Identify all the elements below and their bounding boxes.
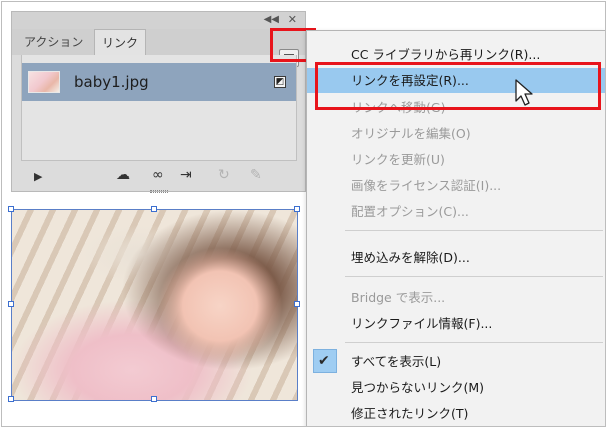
selection-handle-top-right[interactable] bbox=[294, 206, 300, 212]
panel-title-bar[interactable]: ◀◀ ✕ bbox=[12, 12, 305, 29]
selection-handle-right[interactable] bbox=[294, 301, 300, 307]
edit-original-icon[interactable]: ✎ bbox=[250, 167, 262, 183]
menu-item-show-all[interactable]: すべてを表示(L) bbox=[307, 349, 605, 374]
menu-item-link-file-info[interactable]: リンクファイル情報(F)... bbox=[307, 311, 605, 336]
go-to-link-icon[interactable]: ⇥ bbox=[180, 167, 192, 183]
selection-handle-top-left[interactable] bbox=[8, 206, 14, 212]
image-thumbnail bbox=[28, 71, 60, 93]
update-link-icon[interactable]: ↻ bbox=[218, 167, 230, 183]
menu-item-edit-original[interactable]: オリジナルを編集(O) bbox=[307, 121, 605, 146]
resize-grip[interactable] bbox=[150, 190, 168, 193]
menu-item-update-link[interactable]: リンクを更新(U) bbox=[307, 147, 605, 172]
links-list: baby1.jpg ◩ bbox=[21, 55, 297, 161]
double-chevron-right-icon[interactable]: ◀◀ bbox=[264, 15, 279, 25]
selection-handle-left[interactable] bbox=[8, 301, 14, 307]
panel-toolbar: ▶ ☁ ∞ ⇥ ↻ ✎ bbox=[12, 162, 305, 188]
menu-separator bbox=[345, 230, 603, 231]
menu-item-license-image[interactable]: 画像をライセンス認証(I)... bbox=[307, 173, 605, 198]
screenshot-frame: ◀◀ ✕ アクション リンク baby1.jpg ◩ ▶ ☁ ∞ ⇥ ↻ ✎ C… bbox=[1, 1, 606, 427]
selection-handle-bottom-left[interactable] bbox=[8, 396, 14, 402]
baby-photo bbox=[12, 210, 297, 400]
menu-item-missing-links[interactable]: 見つからないリンク(M) bbox=[307, 375, 605, 400]
link-row-selected[interactable]: baby1.jpg ◩ bbox=[22, 63, 296, 101]
menu-item-placement-options[interactable]: 配置オプション(C)... bbox=[307, 199, 605, 224]
menu-item-modified-links[interactable]: 修正されたリンク(T) bbox=[307, 401, 605, 426]
close-icon[interactable]: ✕ bbox=[288, 14, 297, 25]
mouse-pointer-icon bbox=[515, 79, 533, 106]
relink-icon[interactable]: ∞ bbox=[152, 167, 164, 183]
tab-actions[interactable]: アクション bbox=[16, 29, 91, 55]
selection-handle-top[interactable] bbox=[151, 206, 157, 212]
play-icon[interactable]: ▶ bbox=[34, 169, 42, 185]
menu-item-reveal-in-bridge[interactable]: Bridge で表示... bbox=[307, 285, 605, 310]
placed-baby-photo[interactable] bbox=[11, 209, 298, 401]
menu-separator bbox=[345, 342, 603, 343]
menu-separator bbox=[345, 276, 603, 277]
cc-library-icon[interactable]: ☁ bbox=[116, 167, 130, 183]
links-panel: ◀◀ ✕ アクション リンク baby1.jpg ◩ ▶ ☁ ∞ ⇥ ↻ ✎ bbox=[11, 11, 306, 193]
selection-handle-bottom[interactable] bbox=[151, 396, 157, 402]
link-filename: baby1.jpg bbox=[74, 73, 149, 91]
relink-highlight bbox=[315, 62, 601, 110]
link-status-icon: ◩ bbox=[274, 76, 286, 88]
panel-tabs: アクション リンク bbox=[12, 29, 305, 67]
menu-item-unembed[interactable]: 埋め込みを解除(D)... bbox=[307, 245, 605, 270]
tab-links[interactable]: リンク bbox=[94, 29, 146, 55]
